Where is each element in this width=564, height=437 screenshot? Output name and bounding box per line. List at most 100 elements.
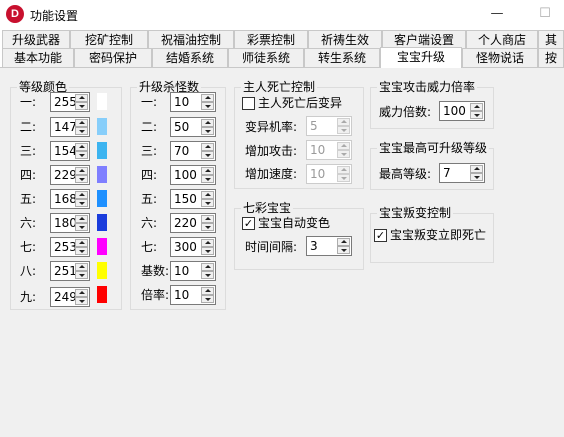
rainbow-auto-color-label: 宝宝自动变色	[258, 216, 331, 230]
spin-up-button[interactable]	[470, 103, 483, 111]
spin-up-button[interactable]	[201, 215, 214, 223]
spin-up-button[interactable]	[337, 238, 350, 246]
spin-down-button[interactable]	[75, 223, 88, 231]
spin-down-button[interactable]	[75, 271, 88, 279]
maximize-button[interactable]: ☐	[530, 4, 560, 24]
spin-down-button[interactable]	[201, 223, 214, 231]
spin-up-button[interactable]	[75, 167, 88, 175]
spin-up-button[interactable]	[201, 143, 214, 151]
kill-count-input[interactable]: 50	[170, 117, 216, 137]
tab-monster-speech[interactable]: 怪物说话	[462, 48, 538, 67]
level-color-label: 七:	[20, 240, 37, 254]
spin-up-button[interactable]	[470, 165, 483, 173]
spin-down-button[interactable]	[337, 150, 350, 158]
spin-down-button[interactable]	[470, 173, 483, 181]
kill-count-input[interactable]: 10	[170, 261, 216, 281]
kill-count-input[interactable]: 10	[170, 92, 216, 112]
level-color-input[interactable]: 168	[50, 189, 90, 209]
spin-up-button[interactable]	[201, 119, 214, 127]
tab-pet-upgrade[interactable]: 宝宝升级	[380, 47, 462, 68]
tab-lottery-control[interactable]: 彩票控制	[234, 30, 308, 49]
spin-down-button[interactable]	[201, 199, 214, 207]
tab-prayer-effect[interactable]: 祈祷生效	[308, 30, 382, 49]
speed-bonus-input[interactable]: 10	[306, 164, 352, 184]
spin-down-button[interactable]	[201, 295, 214, 303]
spin-up-button[interactable]	[75, 191, 88, 199]
kill-count-input[interactable]: 100	[170, 165, 216, 185]
spin-down-button[interactable]	[337, 126, 350, 134]
spin-down-button[interactable]	[201, 247, 214, 255]
spin-up-button[interactable]	[201, 94, 214, 102]
attack-power-input[interactable]: 100	[439, 101, 485, 121]
tab-mining-control[interactable]: 挖矿控制	[70, 30, 148, 49]
rainbow-auto-color-checkbox[interactable]: ✓	[242, 217, 255, 230]
spin-down-button[interactable]	[75, 175, 88, 183]
kill-count-input[interactable]: 300	[170, 237, 216, 257]
level-color-input[interactable]: 154	[50, 141, 90, 161]
interval-input[interactable]: 3	[306, 236, 352, 256]
max-level-label: 最高等级:	[379, 167, 432, 181]
tab-personal-shop[interactable]: 个人商店	[466, 30, 538, 49]
level-color-input[interactable]: 253	[50, 237, 90, 257]
spin-down-button[interactable]	[201, 127, 214, 135]
spin-up-button[interactable]	[75, 239, 88, 247]
spin-down-button[interactable]	[201, 271, 214, 279]
spin-up-button[interactable]	[337, 142, 350, 150]
spin-up-button[interactable]	[337, 118, 350, 126]
spin-up-button[interactable]	[201, 287, 214, 295]
tab-password-protection[interactable]: 密码保护	[74, 48, 152, 67]
master-death-mutate-checkbox[interactable]	[242, 97, 255, 110]
minimize-button[interactable]: —	[482, 4, 512, 24]
tab-truncated-1[interactable]: 其	[538, 30, 564, 49]
spin-up-button[interactable]	[75, 143, 88, 151]
spin-up-button[interactable]	[75, 119, 88, 127]
tab-basic-functions[interactable]: 基本功能	[2, 48, 74, 67]
mutation-rate-input[interactable]: 5	[306, 116, 352, 136]
spin-down-button[interactable]	[337, 246, 350, 254]
color-swatch	[97, 238, 107, 255]
tab-truncated-2[interactable]: 按	[538, 48, 564, 67]
attack-bonus-input[interactable]: 10	[306, 140, 352, 160]
spin-down-button[interactable]	[75, 297, 88, 305]
max-level-input[interactable]: 7	[439, 163, 485, 183]
spin-up-button[interactable]	[75, 289, 88, 297]
spin-up-button[interactable]	[201, 263, 214, 271]
kill-count-input[interactable]: 10	[170, 285, 216, 305]
spin-up-button[interactable]	[201, 167, 214, 175]
spin-down-button[interactable]	[75, 247, 88, 255]
spin-up-button[interactable]	[75, 94, 88, 102]
spin-down-button[interactable]	[75, 199, 88, 207]
title-bar: D 功能设置 — ☐	[0, 0, 564, 30]
color-swatch	[97, 262, 107, 279]
level-color-input[interactable]: 251	[50, 261, 90, 281]
spin-up-button[interactable]	[201, 239, 214, 247]
level-color-input[interactable]: 147	[50, 117, 90, 137]
kill-count-input[interactable]: 70	[170, 141, 216, 161]
tab-upgrade-weapon[interactable]: 升级武器	[2, 30, 70, 49]
spin-down-button[interactable]	[75, 127, 88, 135]
spin-up-button[interactable]	[201, 191, 214, 199]
spin-up-button[interactable]	[75, 263, 88, 271]
kill-count-label: 五:	[141, 192, 158, 206]
spin-up-button[interactable]	[337, 166, 350, 174]
kill-count-input[interactable]: 220	[170, 213, 216, 233]
spin-down-button[interactable]	[75, 151, 88, 159]
spin-down-button[interactable]	[201, 151, 214, 159]
level-color-input[interactable]: 180	[50, 213, 90, 233]
kill-count-input[interactable]: 150	[170, 189, 216, 209]
level-color-input[interactable]: 249	[50, 287, 90, 307]
level-color-input[interactable]: 255	[50, 92, 90, 112]
spin-down-button[interactable]	[201, 102, 214, 110]
tab-marriage-system[interactable]: 结婚系统	[152, 48, 228, 67]
spin-down-button[interactable]	[470, 111, 483, 119]
rebel-instant-death-checkbox[interactable]: ✓	[374, 229, 387, 242]
spin-down-button[interactable]	[75, 102, 88, 110]
tab-rebirth-system[interactable]: 转生系统	[304, 48, 380, 67]
tab-content-panel: 等级颜色 一: 255 二: 147 三: 154 四: 229 五: 168 …	[0, 68, 564, 437]
level-color-input[interactable]: 229	[50, 165, 90, 185]
spin-up-button[interactable]	[75, 215, 88, 223]
spin-down-button[interactable]	[201, 175, 214, 183]
tab-mentor-system[interactable]: 师徒系统	[228, 48, 304, 67]
spin-down-button[interactable]	[337, 174, 350, 182]
tab-blessing-oil-control[interactable]: 祝福油控制	[148, 30, 234, 49]
